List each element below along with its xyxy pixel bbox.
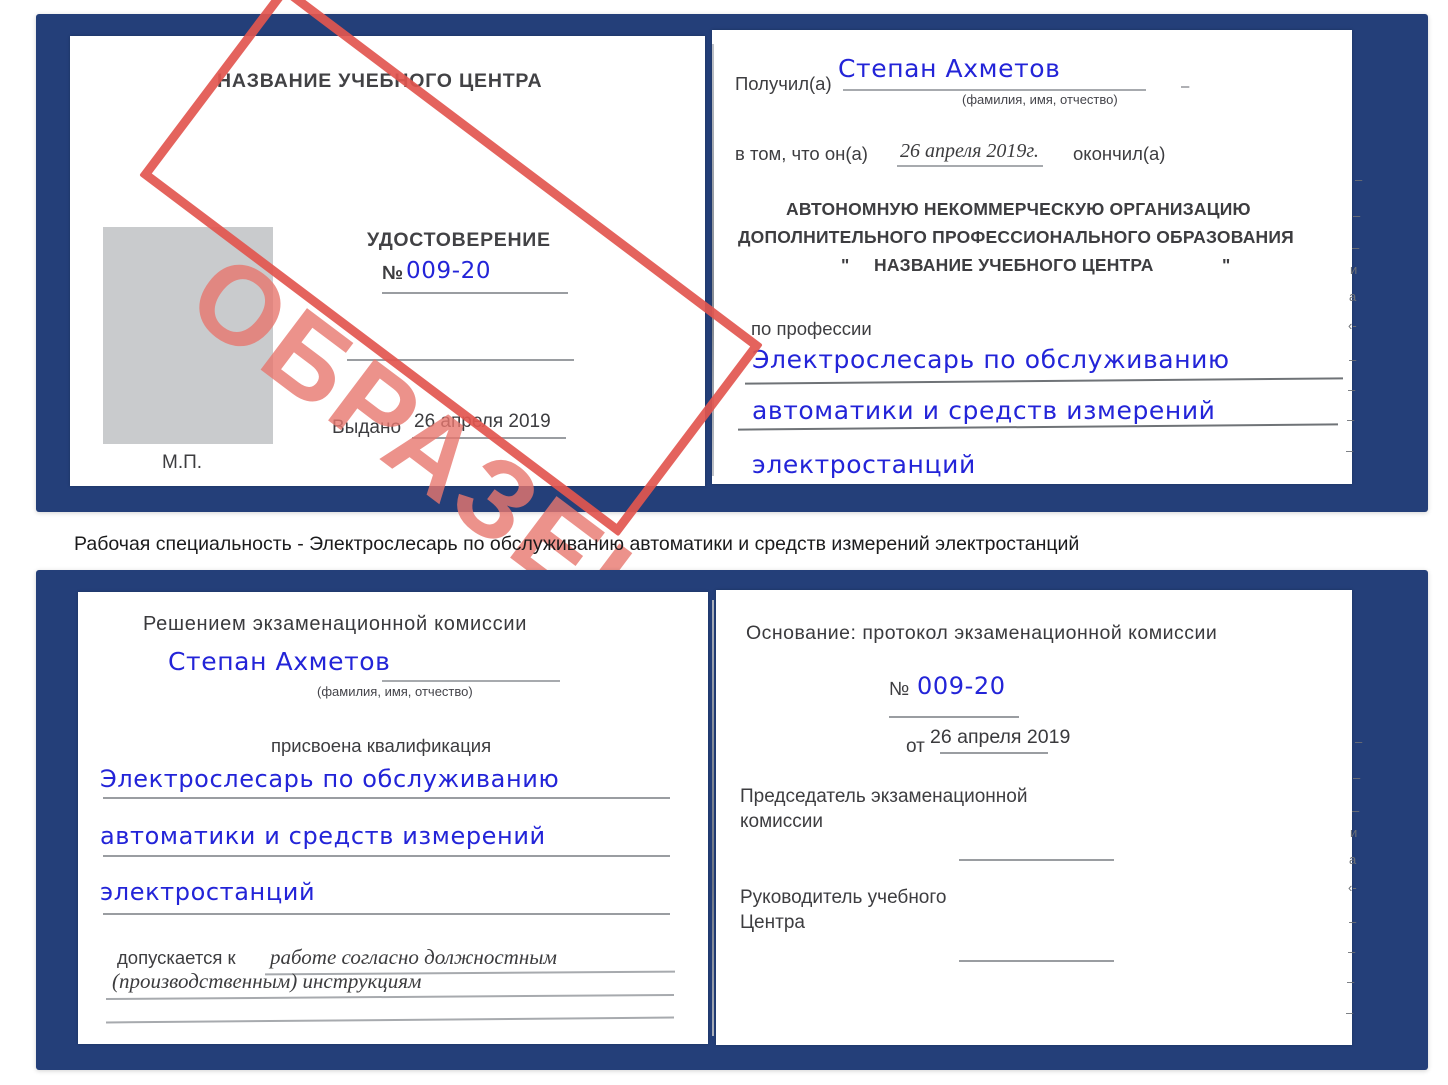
edge-mark: – [1353, 208, 1361, 223]
certificate-number-symbol: № [382, 263, 404, 284]
profession-value-line-2: автоматики и средств измерений [752, 396, 1216, 425]
edge-mark: – [1352, 240, 1360, 255]
admitted-value-line-1: работе согласно должностным [270, 945, 557, 969]
edge-mark: – [1348, 944, 1356, 959]
chairman-signature-rule [959, 859, 1114, 861]
edge-mark: а [1349, 289, 1357, 304]
training-center-title: НАЗВАНИЕ УЧЕБНОГО ЦЕНТРА [217, 70, 543, 92]
edge-mark: – [1348, 382, 1356, 397]
protocol-date-label: от [906, 736, 925, 757]
edge-mark: – [1355, 734, 1363, 749]
name-hint-top: (фамилия, имя, отчество) [962, 92, 1118, 107]
protocol-number-symbol: № [889, 679, 910, 700]
issued-date-value: 26 апреля 2019 [414, 411, 551, 432]
edge-mark: ‹- [1348, 880, 1357, 895]
certificate-top-spine [712, 44, 714, 476]
organization-quote-open: " [841, 255, 850, 275]
admitted-value-line-2: (производственным) инструкциям [112, 969, 422, 993]
profession-value-line-1: Электрослесарь по обслуживанию [752, 345, 1230, 374]
edge-mark: – [1349, 352, 1357, 367]
edge-mark: – [1349, 914, 1357, 929]
certificate-bottom-spine [712, 600, 714, 1036]
name-hint-bottom: (фамилия, имя, отчество) [317, 684, 473, 699]
head-label-line-2: Центра [740, 912, 805, 933]
basis-label: Основание: протокол экзаменационной коми… [746, 622, 1218, 644]
protocol-number-rule [889, 716, 1019, 718]
completion-date-rule [897, 165, 1043, 167]
certificate-number-value: 009-20 [406, 258, 492, 284]
edge-mark: а [1349, 852, 1357, 867]
edge-mark: – [1347, 412, 1355, 427]
protocol-date-rule [940, 752, 1048, 754]
bottom-name-rule [382, 680, 560, 682]
edge-mark: и [1350, 825, 1358, 840]
qualification-line-2: автоматики и средств измерений [100, 822, 546, 850]
issued-date-rule [412, 437, 566, 439]
chairman-label-line-1: Председатель экзаменационной [740, 786, 1028, 807]
edge-mark: – [1353, 770, 1361, 785]
certificate-number-rule [382, 292, 568, 294]
qualification-label: присвоена квалификация [271, 735, 492, 756]
edge-mark: и [1350, 262, 1358, 277]
document-type-label: УДОСТОВЕРЕНИЕ [367, 229, 551, 251]
organization-quote-close: " [1222, 255, 1231, 275]
edge-mark: ‹- [1348, 318, 1357, 333]
received-label: Получил(а) [735, 73, 832, 94]
edge-mark: – [1346, 1005, 1354, 1020]
certificate-blank-rule [347, 359, 574, 361]
organization-line-2: ДОПОЛНИТЕЛЬНОГО ПРОФЕССИОНАЛЬНОГО ОБРАЗО… [738, 227, 1294, 247]
protocol-date-value: 26 апреля 2019 [930, 726, 1071, 748]
organization-line-1: АВТОНОМНУЮ НЕКОММЕРЧЕСКУЮ ОРГАНИЗАЦИЮ [786, 199, 1251, 219]
decision-title: Решением экзаменационной комиссии [143, 613, 528, 635]
profession-value-line-3: электростанций [752, 450, 976, 479]
chairman-label-line-2: комиссии [740, 811, 823, 832]
photo-placeholder [103, 227, 273, 444]
head-signature-rule [959, 960, 1114, 962]
edge-mark: – [1346, 443, 1354, 458]
qualification-rule-1 [103, 797, 670, 799]
screenshot-root: НАЗВАНИЕ УЧЕБНОГО ЦЕНТРА УДОСТОВЕРЕНИЕ №… [0, 0, 1448, 1085]
received-name-value: Степан Ахметов [838, 54, 1061, 83]
completion-date-value: 26 апреля 2019г. [900, 140, 1039, 162]
profession-label: по профессии [751, 318, 872, 339]
edge-mark: – [1355, 172, 1363, 187]
qualification-line-1: Электрослесарь по обслуживанию [100, 765, 560, 793]
seal-place-label: М.П. [162, 452, 203, 473]
bottom-name-value: Степан Ахметов [168, 647, 391, 676]
edge-mark: – [1352, 803, 1360, 818]
qualification-rule-3 [103, 913, 670, 915]
organization-line-3: НАЗВАНИЕ УЧЕБНОГО ЦЕНТРА [874, 255, 1154, 275]
admitted-label: допускается к [117, 947, 236, 968]
qualification-line-3: электростанций [100, 878, 316, 906]
finished-label: окончил(а) [1073, 143, 1166, 164]
head-label-line-1: Руководитель учебного [740, 887, 947, 908]
edge-mark: – [1347, 974, 1355, 989]
edge-dash-top-1: – [1181, 78, 1190, 95]
received-name-rule [843, 89, 1146, 91]
image-caption: Рабочая специальность - Электрослесарь п… [74, 533, 1080, 555]
protocol-number-value: 009-20 [917, 672, 1006, 700]
in-that-label: в том, что он(а) [735, 143, 868, 164]
qualification-rule-2 [103, 855, 670, 857]
issued-label: Выдано [332, 417, 402, 438]
